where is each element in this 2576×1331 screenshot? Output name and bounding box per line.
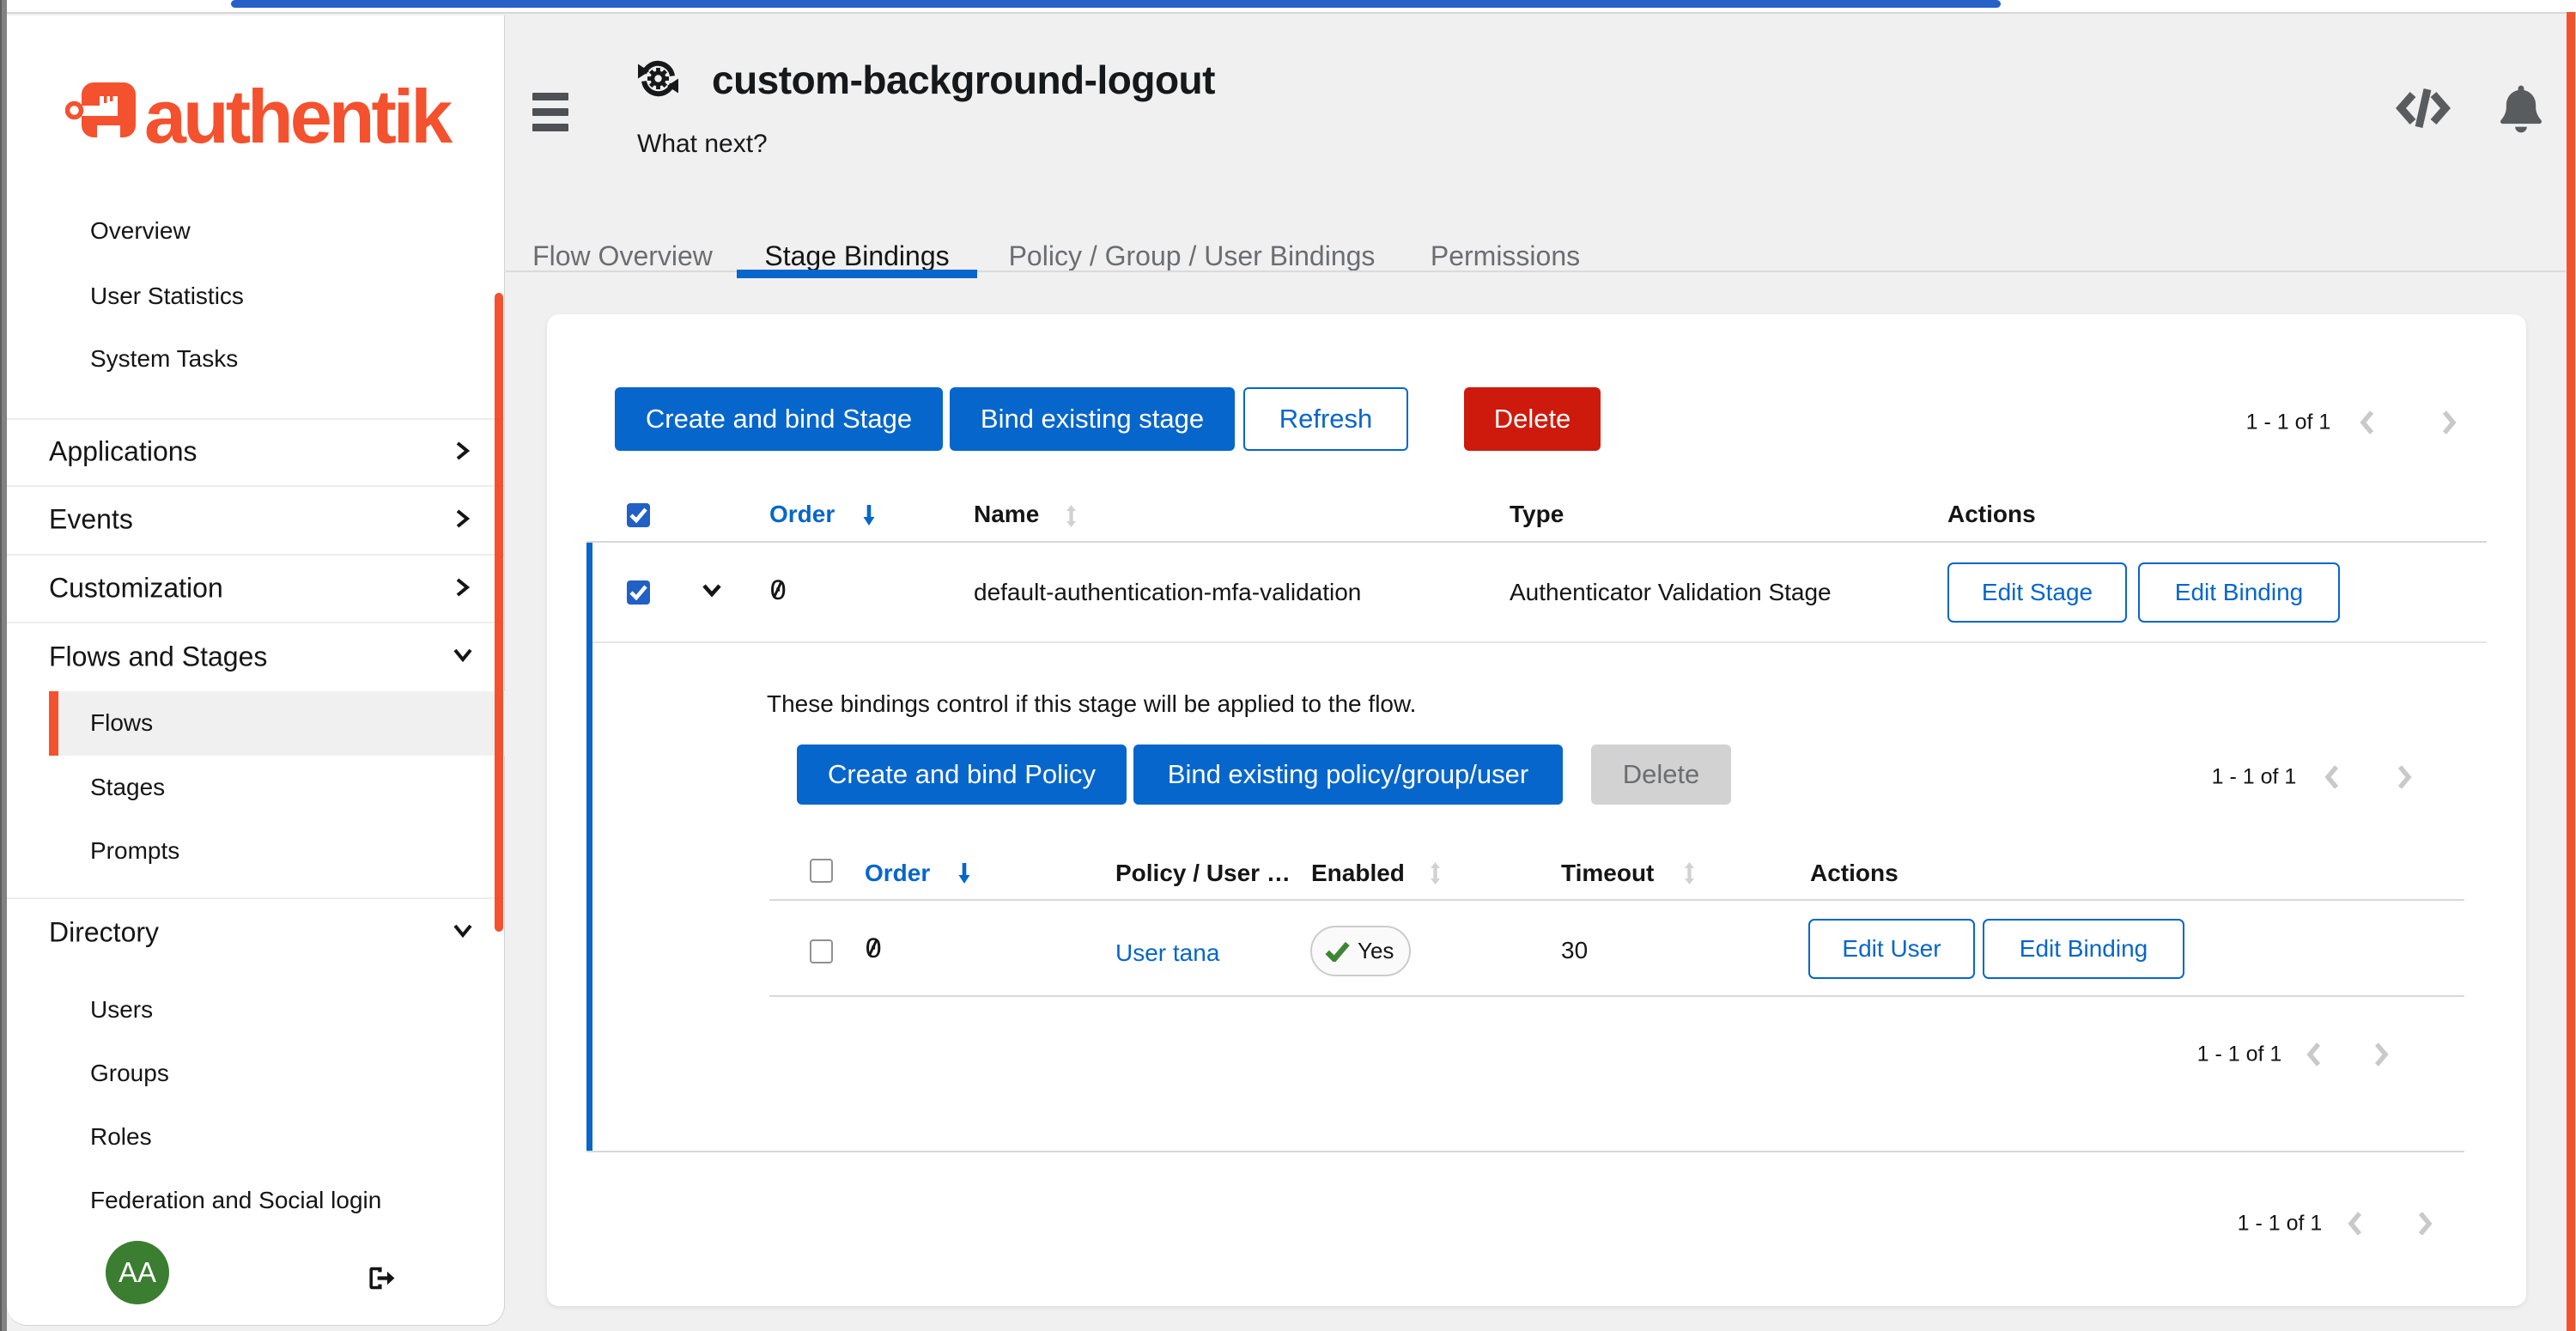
svg-text:authentik: authentik: [144, 76, 453, 153]
